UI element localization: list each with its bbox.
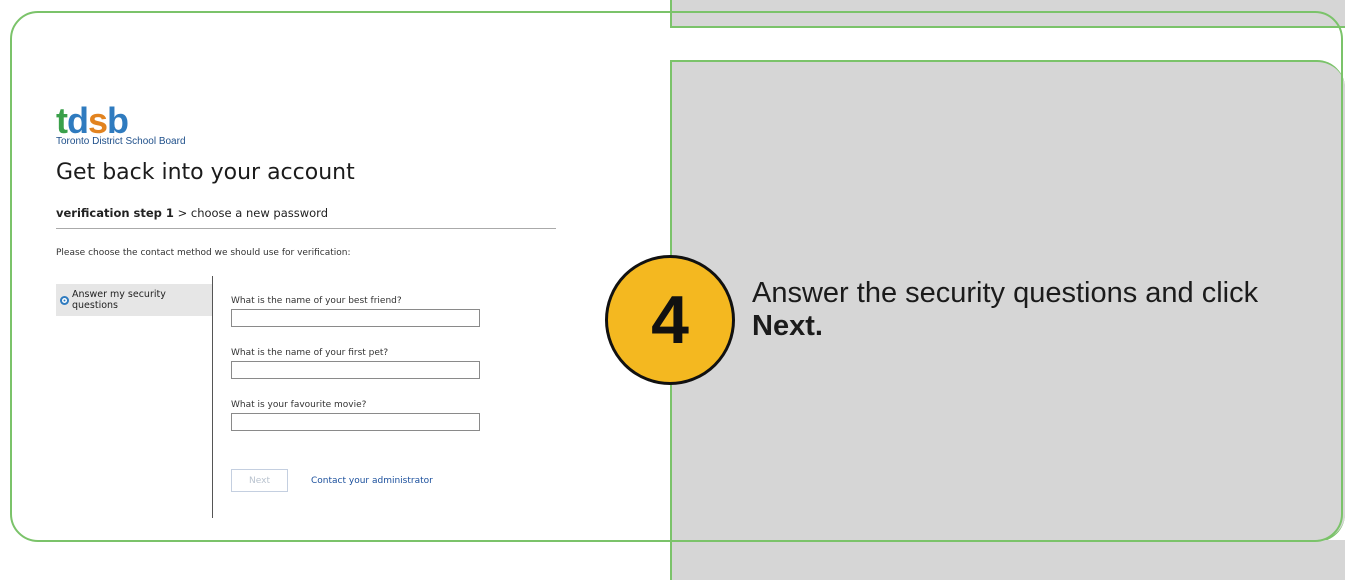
section-divider bbox=[212, 276, 213, 518]
logo-letter-d: d bbox=[67, 100, 89, 141]
method-option-label: Answer my security questions bbox=[72, 289, 166, 311]
verification-instruction: Please choose the contact method we shou… bbox=[56, 248, 351, 258]
answer-input-first-pet[interactable] bbox=[231, 361, 480, 379]
logo-letter-s: s bbox=[88, 100, 108, 141]
step-number-badge: 4 bbox=[605, 255, 735, 385]
gray-panel-top bbox=[670, 0, 1345, 28]
step-separator: > bbox=[177, 206, 188, 220]
question-label-favourite-movie: What is your favourite movie? bbox=[231, 400, 367, 410]
logo-letter-b: b bbox=[107, 100, 129, 141]
radio-selected-icon[interactable] bbox=[60, 295, 69, 305]
callout-text-bold: Next. bbox=[752, 310, 823, 342]
page-title: Get back into your account bbox=[56, 160, 355, 185]
screenshot-area bbox=[12, 13, 670, 540]
step-divider bbox=[56, 228, 556, 229]
step-next: choose a new password bbox=[190, 206, 329, 220]
logo-subtitle: Toronto District School Board bbox=[56, 136, 186, 147]
next-button[interactable]: Next bbox=[231, 469, 288, 492]
callout-instruction: Answer the security questions and click … bbox=[752, 277, 1312, 343]
callout-text: Answer the security questions and click bbox=[752, 277, 1259, 309]
question-label-best-friend: What is the name of your best friend? bbox=[231, 296, 402, 306]
step-current: verification step 1 bbox=[56, 206, 174, 220]
answer-input-best-friend[interactable] bbox=[231, 309, 480, 327]
contact-administrator-link[interactable]: Contact your administrator bbox=[311, 476, 433, 486]
method-option-security-questions[interactable]: Answer my security questions bbox=[56, 284, 212, 316]
answer-input-favourite-movie[interactable] bbox=[231, 413, 480, 431]
logo-wordmark: tdsb bbox=[56, 103, 186, 139]
tdsb-logo: tdsb Toronto District School Board bbox=[56, 103, 186, 148]
question-label-first-pet: What is the name of your first pet? bbox=[231, 348, 389, 358]
step-breadcrumb: verification step 1 > choose a new passw… bbox=[56, 206, 328, 220]
gray-panel-bottom bbox=[670, 540, 1345, 580]
logo-letter-t: t bbox=[56, 100, 68, 141]
